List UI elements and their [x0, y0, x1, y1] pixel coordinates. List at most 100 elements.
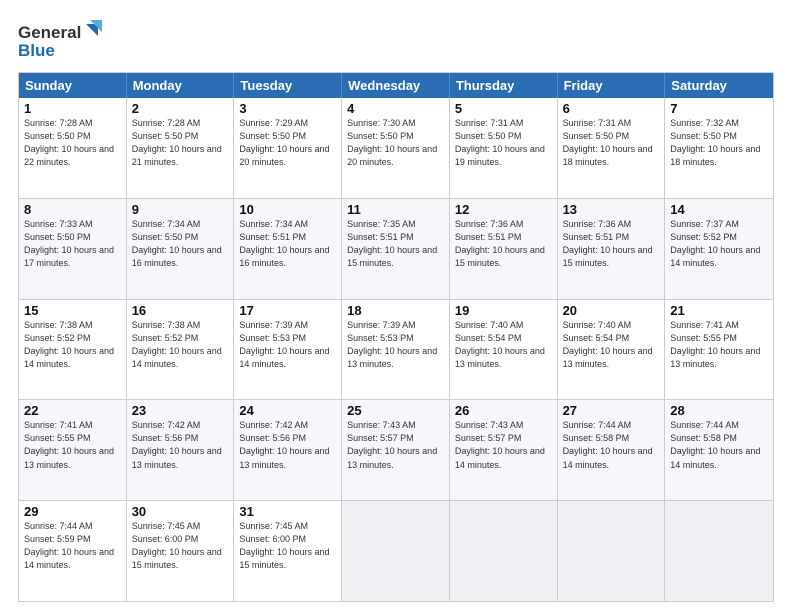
header: General Blue	[18, 16, 774, 64]
day-info: Sunrise: 7:28 AMSunset: 5:50 PMDaylight:…	[24, 117, 121, 169]
day-info: Sunrise: 7:45 AMSunset: 6:00 PMDaylight:…	[132, 520, 229, 572]
calendar-cell: 27Sunrise: 7:44 AMSunset: 5:58 PMDayligh…	[558, 400, 666, 500]
day-info: Sunrise: 7:34 AMSunset: 5:50 PMDaylight:…	[132, 218, 229, 270]
day-number: 12	[455, 202, 552, 217]
day-info: Sunrise: 7:45 AMSunset: 6:00 PMDaylight:…	[239, 520, 336, 572]
day-number: 1	[24, 101, 121, 116]
day-number: 17	[239, 303, 336, 318]
day-info: Sunrise: 7:38 AMSunset: 5:52 PMDaylight:…	[132, 319, 229, 371]
calendar-cell: 8Sunrise: 7:33 AMSunset: 5:50 PMDaylight…	[19, 199, 127, 299]
day-info: Sunrise: 7:35 AMSunset: 5:51 PMDaylight:…	[347, 218, 444, 270]
calendar-cell: 2Sunrise: 7:28 AMSunset: 5:50 PMDaylight…	[127, 98, 235, 198]
day-number: 11	[347, 202, 444, 217]
day-info: Sunrise: 7:30 AMSunset: 5:50 PMDaylight:…	[347, 117, 444, 169]
day-number: 15	[24, 303, 121, 318]
day-info: Sunrise: 7:34 AMSunset: 5:51 PMDaylight:…	[239, 218, 336, 270]
day-number: 18	[347, 303, 444, 318]
day-info: Sunrise: 7:31 AMSunset: 5:50 PMDaylight:…	[455, 117, 552, 169]
calendar-cell: 10Sunrise: 7:34 AMSunset: 5:51 PMDayligh…	[234, 199, 342, 299]
day-number: 3	[239, 101, 336, 116]
day-info: Sunrise: 7:33 AMSunset: 5:50 PMDaylight:…	[24, 218, 121, 270]
day-number: 31	[239, 504, 336, 519]
calendar-cell: 13Sunrise: 7:36 AMSunset: 5:51 PMDayligh…	[558, 199, 666, 299]
header-day-sunday: Sunday	[19, 73, 127, 98]
calendar-cell: 28Sunrise: 7:44 AMSunset: 5:58 PMDayligh…	[665, 400, 773, 500]
calendar-cell	[450, 501, 558, 601]
page: General Blue SundayMondayTuesdayWednesda…	[0, 0, 792, 612]
day-number: 9	[132, 202, 229, 217]
day-number: 23	[132, 403, 229, 418]
calendar-row-3: 15Sunrise: 7:38 AMSunset: 5:52 PMDayligh…	[19, 299, 773, 400]
day-info: Sunrise: 7:44 AMSunset: 5:58 PMDaylight:…	[670, 419, 768, 471]
day-number: 16	[132, 303, 229, 318]
day-number: 30	[132, 504, 229, 519]
calendar-row-4: 22Sunrise: 7:41 AMSunset: 5:55 PMDayligh…	[19, 399, 773, 500]
calendar-row-2: 8Sunrise: 7:33 AMSunset: 5:50 PMDaylight…	[19, 198, 773, 299]
calendar-cell: 16Sunrise: 7:38 AMSunset: 5:52 PMDayligh…	[127, 300, 235, 400]
header-day-thursday: Thursday	[450, 73, 558, 98]
calendar-cell: 19Sunrise: 7:40 AMSunset: 5:54 PMDayligh…	[450, 300, 558, 400]
calendar-cell: 7Sunrise: 7:32 AMSunset: 5:50 PMDaylight…	[665, 98, 773, 198]
calendar-cell: 5Sunrise: 7:31 AMSunset: 5:50 PMDaylight…	[450, 98, 558, 198]
day-info: Sunrise: 7:39 AMSunset: 5:53 PMDaylight:…	[347, 319, 444, 371]
day-number: 28	[670, 403, 768, 418]
calendar: SundayMondayTuesdayWednesdayThursdayFrid…	[18, 72, 774, 602]
day-number: 4	[347, 101, 444, 116]
day-info: Sunrise: 7:29 AMSunset: 5:50 PMDaylight:…	[239, 117, 336, 169]
calendar-header: SundayMondayTuesdayWednesdayThursdayFrid…	[19, 73, 773, 98]
day-info: Sunrise: 7:40 AMSunset: 5:54 PMDaylight:…	[455, 319, 552, 371]
day-info: Sunrise: 7:31 AMSunset: 5:50 PMDaylight:…	[563, 117, 660, 169]
calendar-cell	[558, 501, 666, 601]
header-day-wednesday: Wednesday	[342, 73, 450, 98]
header-day-friday: Friday	[558, 73, 666, 98]
calendar-cell: 23Sunrise: 7:42 AMSunset: 5:56 PMDayligh…	[127, 400, 235, 500]
day-number: 6	[563, 101, 660, 116]
day-number: 27	[563, 403, 660, 418]
calendar-cell: 18Sunrise: 7:39 AMSunset: 5:53 PMDayligh…	[342, 300, 450, 400]
header-day-saturday: Saturday	[665, 73, 773, 98]
day-number: 20	[563, 303, 660, 318]
calendar-cell: 17Sunrise: 7:39 AMSunset: 5:53 PMDayligh…	[234, 300, 342, 400]
day-number: 21	[670, 303, 768, 318]
day-info: Sunrise: 7:36 AMSunset: 5:51 PMDaylight:…	[563, 218, 660, 270]
calendar-cell: 29Sunrise: 7:44 AMSunset: 5:59 PMDayligh…	[19, 501, 127, 601]
day-number: 2	[132, 101, 229, 116]
day-number: 22	[24, 403, 121, 418]
calendar-cell: 24Sunrise: 7:42 AMSunset: 5:56 PMDayligh…	[234, 400, 342, 500]
day-info: Sunrise: 7:39 AMSunset: 5:53 PMDaylight:…	[239, 319, 336, 371]
logo-svg: General Blue	[18, 16, 108, 64]
calendar-cell: 9Sunrise: 7:34 AMSunset: 5:50 PMDaylight…	[127, 199, 235, 299]
day-info: Sunrise: 7:36 AMSunset: 5:51 PMDaylight:…	[455, 218, 552, 270]
calendar-cell: 6Sunrise: 7:31 AMSunset: 5:50 PMDaylight…	[558, 98, 666, 198]
svg-text:Blue: Blue	[18, 41, 55, 60]
day-number: 13	[563, 202, 660, 217]
day-info: Sunrise: 7:42 AMSunset: 5:56 PMDaylight:…	[132, 419, 229, 471]
day-number: 26	[455, 403, 552, 418]
calendar-cell	[342, 501, 450, 601]
day-info: Sunrise: 7:38 AMSunset: 5:52 PMDaylight:…	[24, 319, 121, 371]
calendar-cell: 1Sunrise: 7:28 AMSunset: 5:50 PMDaylight…	[19, 98, 127, 198]
calendar-cell: 22Sunrise: 7:41 AMSunset: 5:55 PMDayligh…	[19, 400, 127, 500]
calendar-cell: 21Sunrise: 7:41 AMSunset: 5:55 PMDayligh…	[665, 300, 773, 400]
calendar-row-1: 1Sunrise: 7:28 AMSunset: 5:50 PMDaylight…	[19, 98, 773, 198]
day-info: Sunrise: 7:41 AMSunset: 5:55 PMDaylight:…	[24, 419, 121, 471]
calendar-cell: 12Sunrise: 7:36 AMSunset: 5:51 PMDayligh…	[450, 199, 558, 299]
calendar-cell: 25Sunrise: 7:43 AMSunset: 5:57 PMDayligh…	[342, 400, 450, 500]
calendar-cell	[665, 501, 773, 601]
day-info: Sunrise: 7:42 AMSunset: 5:56 PMDaylight:…	[239, 419, 336, 471]
calendar-cell: 4Sunrise: 7:30 AMSunset: 5:50 PMDaylight…	[342, 98, 450, 198]
day-info: Sunrise: 7:44 AMSunset: 5:58 PMDaylight:…	[563, 419, 660, 471]
day-number: 29	[24, 504, 121, 519]
day-number: 5	[455, 101, 552, 116]
day-info: Sunrise: 7:43 AMSunset: 5:57 PMDaylight:…	[347, 419, 444, 471]
calendar-body: 1Sunrise: 7:28 AMSunset: 5:50 PMDaylight…	[19, 98, 773, 601]
day-info: Sunrise: 7:28 AMSunset: 5:50 PMDaylight:…	[132, 117, 229, 169]
header-day-monday: Monday	[127, 73, 235, 98]
day-number: 24	[239, 403, 336, 418]
calendar-row-5: 29Sunrise: 7:44 AMSunset: 5:59 PMDayligh…	[19, 500, 773, 601]
day-number: 10	[239, 202, 336, 217]
calendar-cell: 30Sunrise: 7:45 AMSunset: 6:00 PMDayligh…	[127, 501, 235, 601]
svg-text:General: General	[18, 23, 81, 42]
calendar-cell: 14Sunrise: 7:37 AMSunset: 5:52 PMDayligh…	[665, 199, 773, 299]
calendar-cell: 20Sunrise: 7:40 AMSunset: 5:54 PMDayligh…	[558, 300, 666, 400]
